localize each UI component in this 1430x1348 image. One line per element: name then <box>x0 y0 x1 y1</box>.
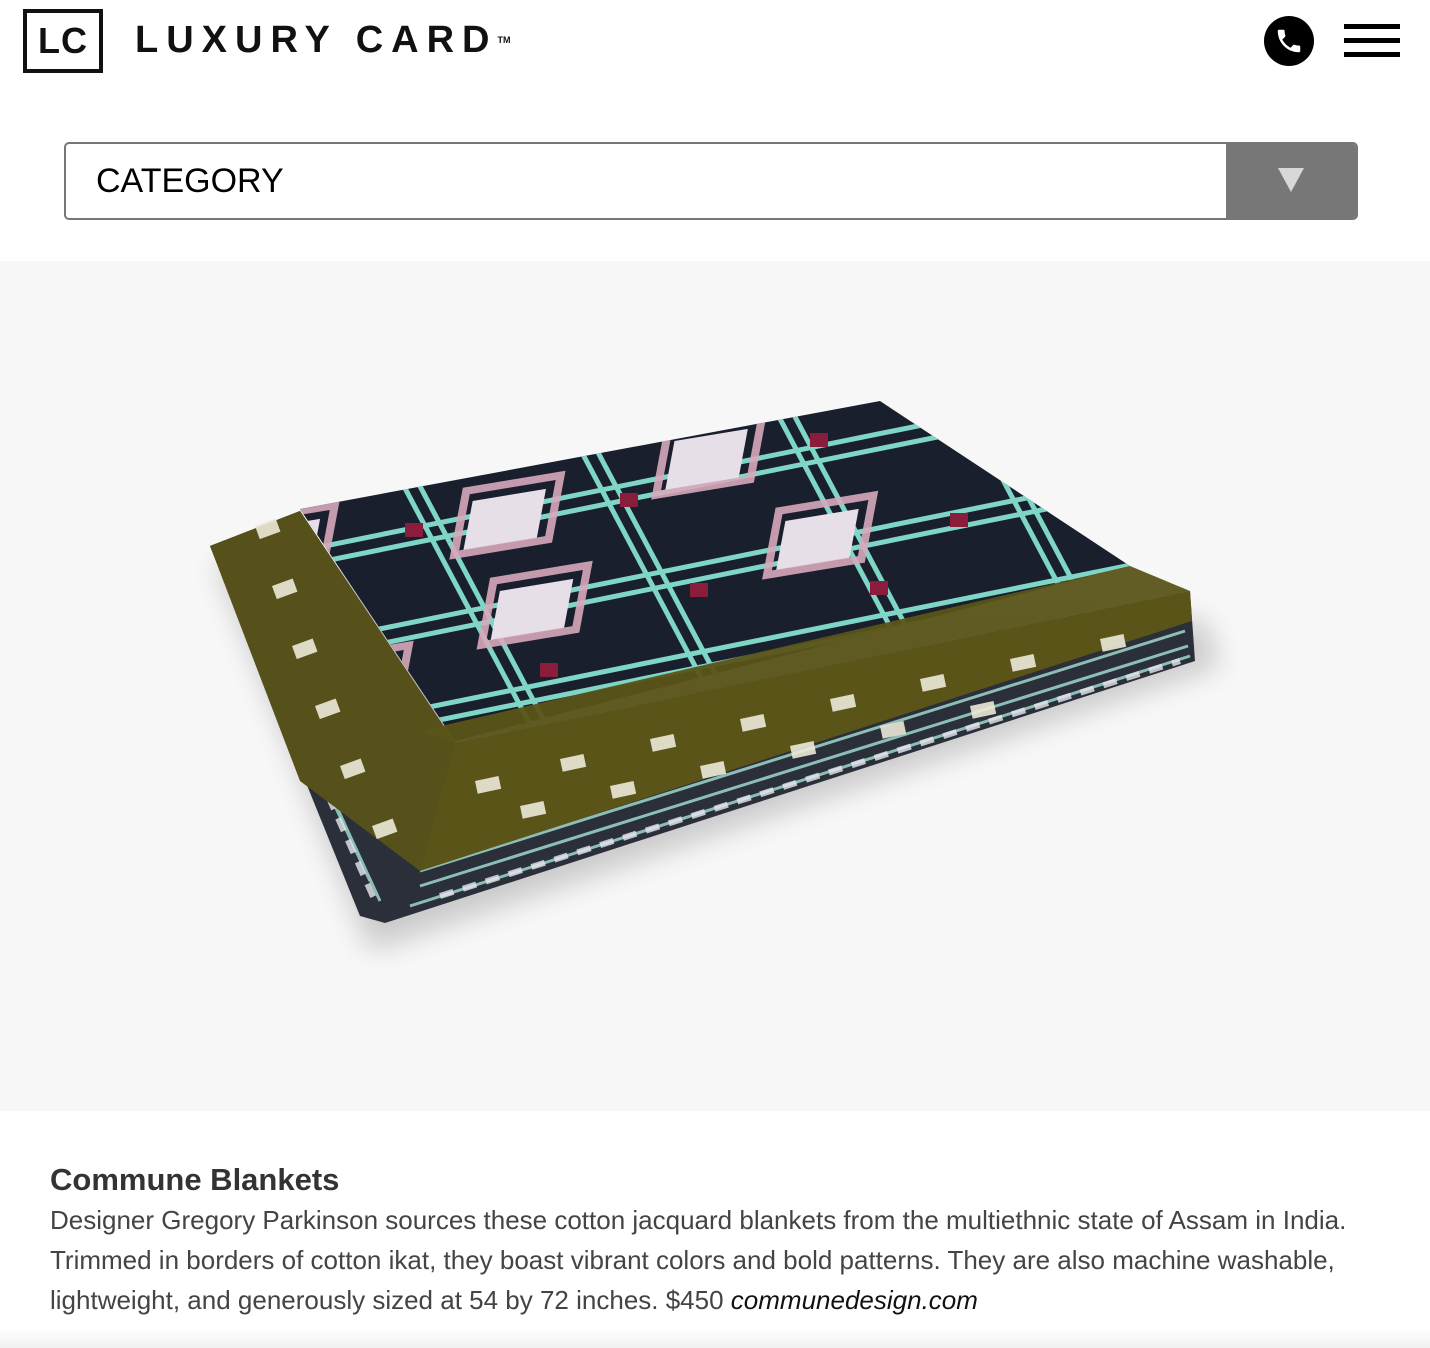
product-image <box>0 261 1430 1111</box>
phone-button[interactable] <box>1264 16 1314 66</box>
hamburger-menu-button[interactable] <box>1344 24 1400 58</box>
menu-bar-middle <box>1344 38 1400 43</box>
article-caption: Commune Blankets Designer Gregory Parkin… <box>50 1160 1390 1320</box>
menu-bar-top <box>1344 24 1400 29</box>
bottom-fade <box>0 1328 1430 1348</box>
menu-bar-bottom <box>1344 52 1400 57</box>
site-header: LC LUXURY CARDTM <box>0 0 1430 90</box>
article-body-text: Designer Gregory Parkinson sources these… <box>50 1205 1347 1315</box>
logo-mark-text: LC <box>38 20 88 61</box>
category-select-toggle[interactable] <box>1226 144 1356 218</box>
logo-trademark: TM <box>497 35 511 45</box>
logo-mark[interactable]: LC <box>23 9 103 73</box>
article-title: Commune Blankets <box>50 1162 340 1197</box>
blanket-illustration <box>210 401 1220 951</box>
article-source-link[interactable]: communedesign.com <box>731 1285 978 1315</box>
triangle-down-icon <box>1278 168 1304 192</box>
phone-icon <box>1277 29 1301 53</box>
category-select[interactable]: CATEGORY <box>64 142 1358 220</box>
article-body: Designer Gregory Parkinson sources these… <box>50 1200 1390 1320</box>
logo-wordmark-text: LUXURY CARD <box>135 19 498 61</box>
category-select-label: CATEGORY <box>96 162 284 200</box>
logo-wordmark[interactable]: LUXURY CARDTM <box>135 18 510 62</box>
